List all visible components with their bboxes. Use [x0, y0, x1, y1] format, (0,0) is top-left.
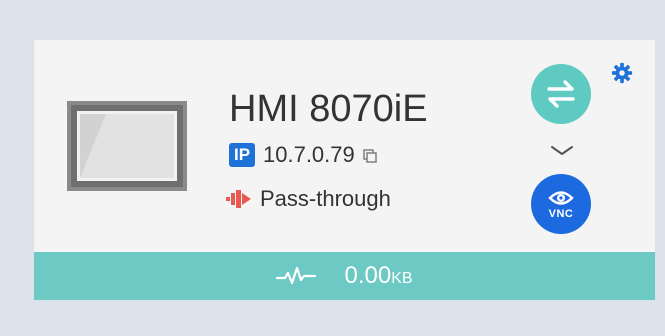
- gear-icon[interactable]: [611, 62, 633, 84]
- ip-row: IP 10.7.0.79: [229, 142, 377, 168]
- device-screen-icon: [67, 101, 187, 191]
- vnc-label: VNC: [548, 207, 574, 220]
- sync-button[interactable]: [531, 64, 591, 124]
- traffic-readout: 0.00KB: [344, 262, 412, 290]
- ip-address: 10.7.0.79: [263, 142, 355, 167]
- device-card: HMI 8070iE IP 10.7.0.79 Pass-through VNC…: [34, 40, 655, 300]
- mode-label: Pass-through: [260, 186, 391, 211]
- chevron-down-icon[interactable]: [547, 142, 577, 160]
- sync-arrows-icon: [547, 80, 575, 108]
- device-name: HMI 8070iE: [229, 88, 428, 130]
- connection-mode: Pass-through: [226, 186, 391, 212]
- eye-icon: [548, 190, 574, 205]
- activity-pulse-icon: [276, 266, 317, 285]
- traffic-bar: 0.00KB: [34, 252, 655, 300]
- vnc-button[interactable]: VNC: [531, 174, 591, 234]
- copy-icon[interactable]: [363, 149, 377, 163]
- traffic-value: 0.00: [344, 262, 392, 289]
- pass-through-icon: [226, 190, 251, 208]
- traffic-unit: KB: [391, 270, 413, 287]
- ip-badge: IP: [229, 143, 255, 167]
